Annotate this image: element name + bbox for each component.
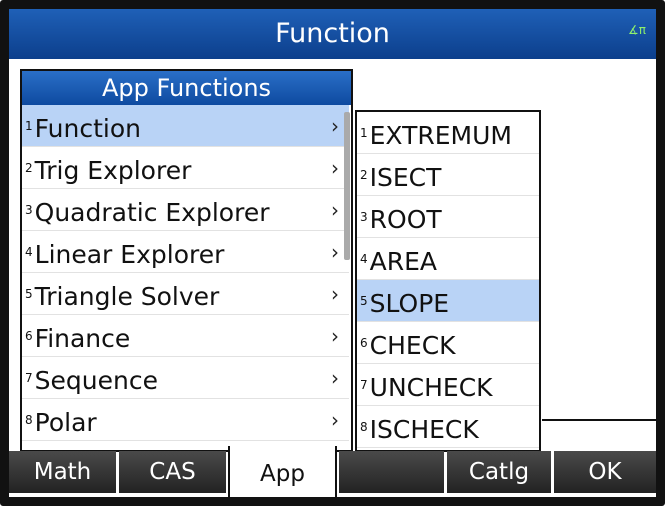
item-label: Polar	[34, 408, 97, 437]
menu-item-trig-explorer[interactable]: 2Trig Explorer ›	[22, 147, 349, 189]
app-functions-menu: App Functions 1Function › 2Trig Explorer…	[20, 69, 353, 452]
item-number: 5	[360, 294, 368, 308]
menu-scrollbar[interactable]	[344, 108, 351, 448]
menu-item-linear-explorer[interactable]: 4Linear Explorer ›	[22, 231, 349, 273]
softkey-catlg[interactable]: Catlg	[447, 451, 551, 493]
item-label: Quadratic Explorer	[34, 198, 270, 227]
item-label: SLOPE	[369, 289, 450, 318]
item-label: Finance	[34, 324, 131, 353]
item-label: AREA	[369, 247, 438, 276]
submenu-item-ischeck[interactable]: 8ISCHECK	[357, 406, 539, 448]
plot-line	[542, 419, 656, 421]
chevron-right-icon: ›	[331, 114, 339, 138]
item-number: 7	[360, 378, 368, 392]
scrollbar-thumb[interactable]	[344, 112, 350, 260]
item-label: ISECT	[369, 163, 442, 192]
item-number: 1	[25, 119, 33, 133]
submenu-item-slope[interactable]: 5SLOPE	[357, 280, 539, 322]
item-label: ROOT	[369, 205, 442, 234]
item-number: 2	[25, 161, 33, 175]
menu-title: App Functions	[22, 71, 351, 105]
item-number: 8	[360, 420, 368, 434]
menu-item-quadratic-explorer[interactable]: 3Quadratic Explorer ›	[22, 189, 349, 231]
chevron-right-icon: ›	[331, 198, 339, 222]
softkey-bar: Math CAS App Catlg OK	[9, 446, 656, 497]
item-number: 2	[360, 168, 368, 182]
chevron-right-icon: ›	[331, 156, 339, 180]
softkey-ok[interactable]: OK	[554, 451, 656, 493]
softkey-app[interactable]: App	[228, 446, 337, 497]
submenu-item-extremum[interactable]: 1EXTREMUM	[357, 112, 539, 154]
item-label: ISCHECK	[369, 415, 479, 444]
item-label: CHECK	[369, 331, 456, 360]
submenu-item-uncheck[interactable]: 7UNCHECK	[357, 364, 539, 406]
submenu-item-check[interactable]: 6CHECK	[357, 322, 539, 364]
menu-item-polar[interactable]: 8Polar ›	[22, 399, 349, 441]
submenu-item-root[interactable]: 3ROOT	[357, 196, 539, 238]
item-number: 6	[25, 329, 33, 343]
item-number: 4	[360, 252, 368, 266]
softkey-math[interactable]: Math	[9, 451, 116, 493]
item-label: EXTREMUM	[369, 121, 512, 150]
menu-item-sequence[interactable]: 7Sequence ›	[22, 357, 349, 399]
item-label: Function	[34, 114, 141, 143]
item-label: Trig Explorer	[34, 156, 192, 185]
item-number: 4	[25, 245, 33, 259]
chevron-right-icon: ›	[331, 282, 339, 306]
item-label: Linear Explorer	[34, 240, 225, 269]
item-number: 8	[25, 413, 33, 427]
softkey-empty[interactable]	[339, 451, 444, 493]
chevron-right-icon: ›	[331, 324, 339, 348]
chevron-right-icon: ›	[331, 240, 339, 264]
item-number: 6	[360, 336, 368, 350]
item-label: Triangle Solver	[34, 282, 220, 311]
submenu-item-area[interactable]: 4AREA	[357, 238, 539, 280]
app-title: Function	[275, 18, 390, 49]
submenu-item-isect[interactable]: 2ISECT	[357, 154, 539, 196]
item-number: 1	[360, 126, 368, 140]
title-bar: Function ∡π	[9, 9, 656, 59]
item-number: 3	[360, 210, 368, 224]
softkey-cas[interactable]: CAS	[119, 451, 226, 493]
item-label: UNCHECK	[369, 373, 493, 402]
item-number: 3	[25, 203, 33, 217]
angle-mode-icon: ∡π	[628, 23, 646, 37]
function-submenu: 1EXTREMUM 2ISECT 3ROOT 4AREA 5SLOPE 6CHE…	[355, 110, 541, 452]
menu-item-finance[interactable]: 6Finance ›	[22, 315, 349, 357]
item-number: 7	[25, 371, 33, 385]
item-label: Sequence	[34, 366, 158, 395]
chevron-right-icon: ›	[331, 366, 339, 390]
menu-item-triangle-solver[interactable]: 5Triangle Solver ›	[22, 273, 349, 315]
menu-item-function[interactable]: 1Function ›	[22, 105, 349, 147]
chevron-right-icon: ›	[331, 408, 339, 432]
item-number: 5	[25, 287, 33, 301]
